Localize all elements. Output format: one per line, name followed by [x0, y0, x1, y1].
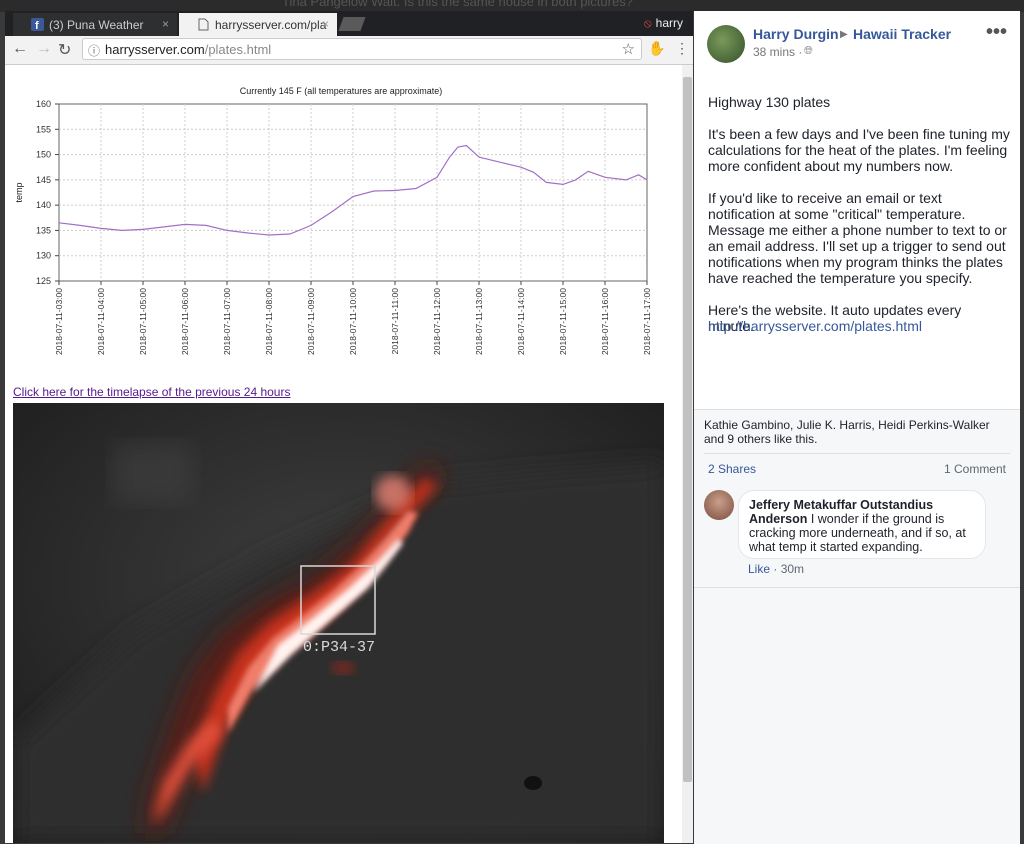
tab-bar: f (3) Puna Weather × harrysserver.com/pl… — [5, 11, 693, 36]
post-time[interactable]: 38 mins · — [753, 45, 802, 59]
tab-puna-weather[interactable]: f (3) Puna Weather × — [13, 13, 177, 36]
profile-icon: ⦸ — [643, 16, 652, 30]
avatar[interactable] — [707, 25, 745, 63]
bookmark-star-icon[interactable]: ☆ — [622, 40, 635, 58]
x-tick-label: 2018-07-11-13:00 — [474, 288, 484, 355]
post-paragraph: It's been a few days and I've been fine … — [708, 126, 1010, 174]
x-tick-label: 2018-07-11-03:00 — [54, 288, 64, 355]
close-tab-icon[interactable]: × — [322, 17, 329, 31]
page-scrollbar[interactable] — [682, 65, 693, 843]
divider — [704, 453, 1010, 454]
comment-time[interactable]: · 30m — [773, 562, 804, 576]
chart-title: Currently 145 F (all temperatures are ap… — [240, 86, 443, 96]
y-tick-label: 130 — [36, 251, 51, 261]
facebook-icon: f — [31, 18, 44, 32]
x-tick-label: 2018-07-11-17:00 — [642, 288, 652, 355]
x-tick-label: 2018-07-11-15:00 — [558, 288, 568, 355]
x-tick-label: 2018-07-11-16:00 — [600, 288, 610, 355]
likes-summary[interactable]: Kathie Gambino, Julie K. Harris, Heidi P… — [704, 418, 1010, 446]
background-post-text: Tina Pangelow Wait. Is this the same hou… — [282, 0, 633, 9]
shares-count[interactable]: 2 Shares — [708, 462, 756, 476]
comments-count[interactable]: 1 Comment — [944, 462, 1006, 476]
x-tick-label: 2018-07-11-11:00 — [390, 288, 400, 355]
timelapse-link[interactable]: Click here for the timelapse of the prev… — [13, 385, 290, 399]
reload-icon[interactable]: ↻ — [58, 40, 71, 60]
url-host: harrysserver.com — [105, 42, 205, 57]
divider — [694, 587, 1020, 588]
profile-name: harry — [655, 16, 683, 30]
x-tick-label: 2018-07-11-07:00 — [222, 288, 232, 355]
y-tick-label: 160 — [36, 99, 51, 109]
post-link-container: http://harrysserver.com/plates.html — [708, 318, 1010, 334]
post-author[interactable]: Harry Durgin — [753, 26, 839, 42]
x-tick-label: 2018-07-11-09:00 — [306, 288, 316, 355]
commenter-avatar[interactable] — [704, 490, 734, 520]
close-tab-icon[interactable]: × — [162, 17, 169, 31]
forward-icon[interactable]: → — [36, 40, 52, 58]
y-tick-label: 155 — [36, 124, 51, 134]
page-icon — [197, 18, 210, 31]
tab-label: (3) Puna Weather — [49, 18, 144, 32]
post-paragraph: If you'd like to receive an email or tex… — [708, 190, 1007, 286]
tab-plates[interactable]: harrysserver.com/pla × — [179, 13, 337, 36]
thermal-camera-image: 0:P34-37 — [13, 403, 664, 843]
browser-toolbar: ← → ↻ ⓘ harrysserver.com/plates.html ☆ ✋… — [5, 36, 693, 65]
browser-window: f (3) Puna Weather × harrysserver.com/pl… — [5, 11, 693, 843]
url-path: /plates.html — [204, 42, 272, 57]
measurement-label: 0:P34-37 — [303, 639, 375, 656]
profile-button[interactable]: ⦸ harry — [644, 16, 683, 31]
x-tick-label: 2018-07-11-12:00 — [432, 288, 442, 355]
menu-icon[interactable]: ⋮ — [675, 40, 689, 57]
y-tick-label: 135 — [36, 225, 51, 235]
y-axis-label: temp — [14, 182, 24, 202]
y-tick-label: 150 — [36, 150, 51, 160]
comment-actions: Like · 30m — [748, 562, 804, 576]
address-bar[interactable]: ⓘ harrysserver.com/plates.html ☆ — [82, 38, 642, 60]
page-content: 125 130 135 140 145 150 155 160 2018-07-11-03:00… — [5, 65, 682, 843]
x-tick-label: 2018-07-11-05:00 — [138, 288, 148, 355]
new-tab-button[interactable] — [338, 17, 366, 31]
facebook-post: Harry Durgin ▶ Hawaii Tracker 38 mins · … — [694, 11, 1020, 844]
post-footer: Kathie Gambino, Julie K. Harris, Heidi P… — [694, 409, 1020, 844]
temperature-chart: 125 130 135 140 145 150 155 160 2018-07-11-03:00… — [14, 86, 652, 355]
post-group[interactable]: Hawaii Tracker — [853, 26, 951, 42]
post-paragraph: Highway 130 plates — [708, 94, 831, 110]
comment-bubble: Jeffery Metakuffar Outstandius Anderson … — [738, 490, 986, 559]
extension-icon[interactable]: ✋ — [648, 40, 665, 57]
more-options-icon[interactable]: ••• — [986, 21, 1007, 44]
scrollbar-thumb[interactable] — [683, 77, 692, 782]
x-tick-label: 2018-07-11-10:00 — [348, 288, 358, 355]
x-tick-label: 2018-07-11-14:00 — [516, 288, 526, 355]
x-tick-label: 2018-07-11-04:00 — [96, 288, 106, 355]
y-tick-label: 125 — [36, 276, 51, 286]
comment-like-button[interactable]: Like — [748, 562, 770, 576]
y-tick-label: 145 — [36, 175, 51, 185]
svg-text:f: f — [35, 20, 39, 31]
x-tick-label: 2018-07-11-08:00 — [264, 288, 274, 355]
globe-icon: 🌐︎ — [804, 45, 813, 57]
x-tick-label: 2018-07-11-06:00 — [180, 288, 190, 355]
caret-right-icon: ▶ — [840, 29, 848, 40]
back-icon[interactable]: ← — [12, 40, 28, 58]
y-tick-label: 140 — [36, 200, 51, 210]
post-link[interactable]: http://harrysserver.com/plates.html — [708, 318, 922, 334]
tab-label: harrysserver.com/pla — [215, 18, 327, 32]
info-icon: ⓘ — [88, 44, 101, 58]
